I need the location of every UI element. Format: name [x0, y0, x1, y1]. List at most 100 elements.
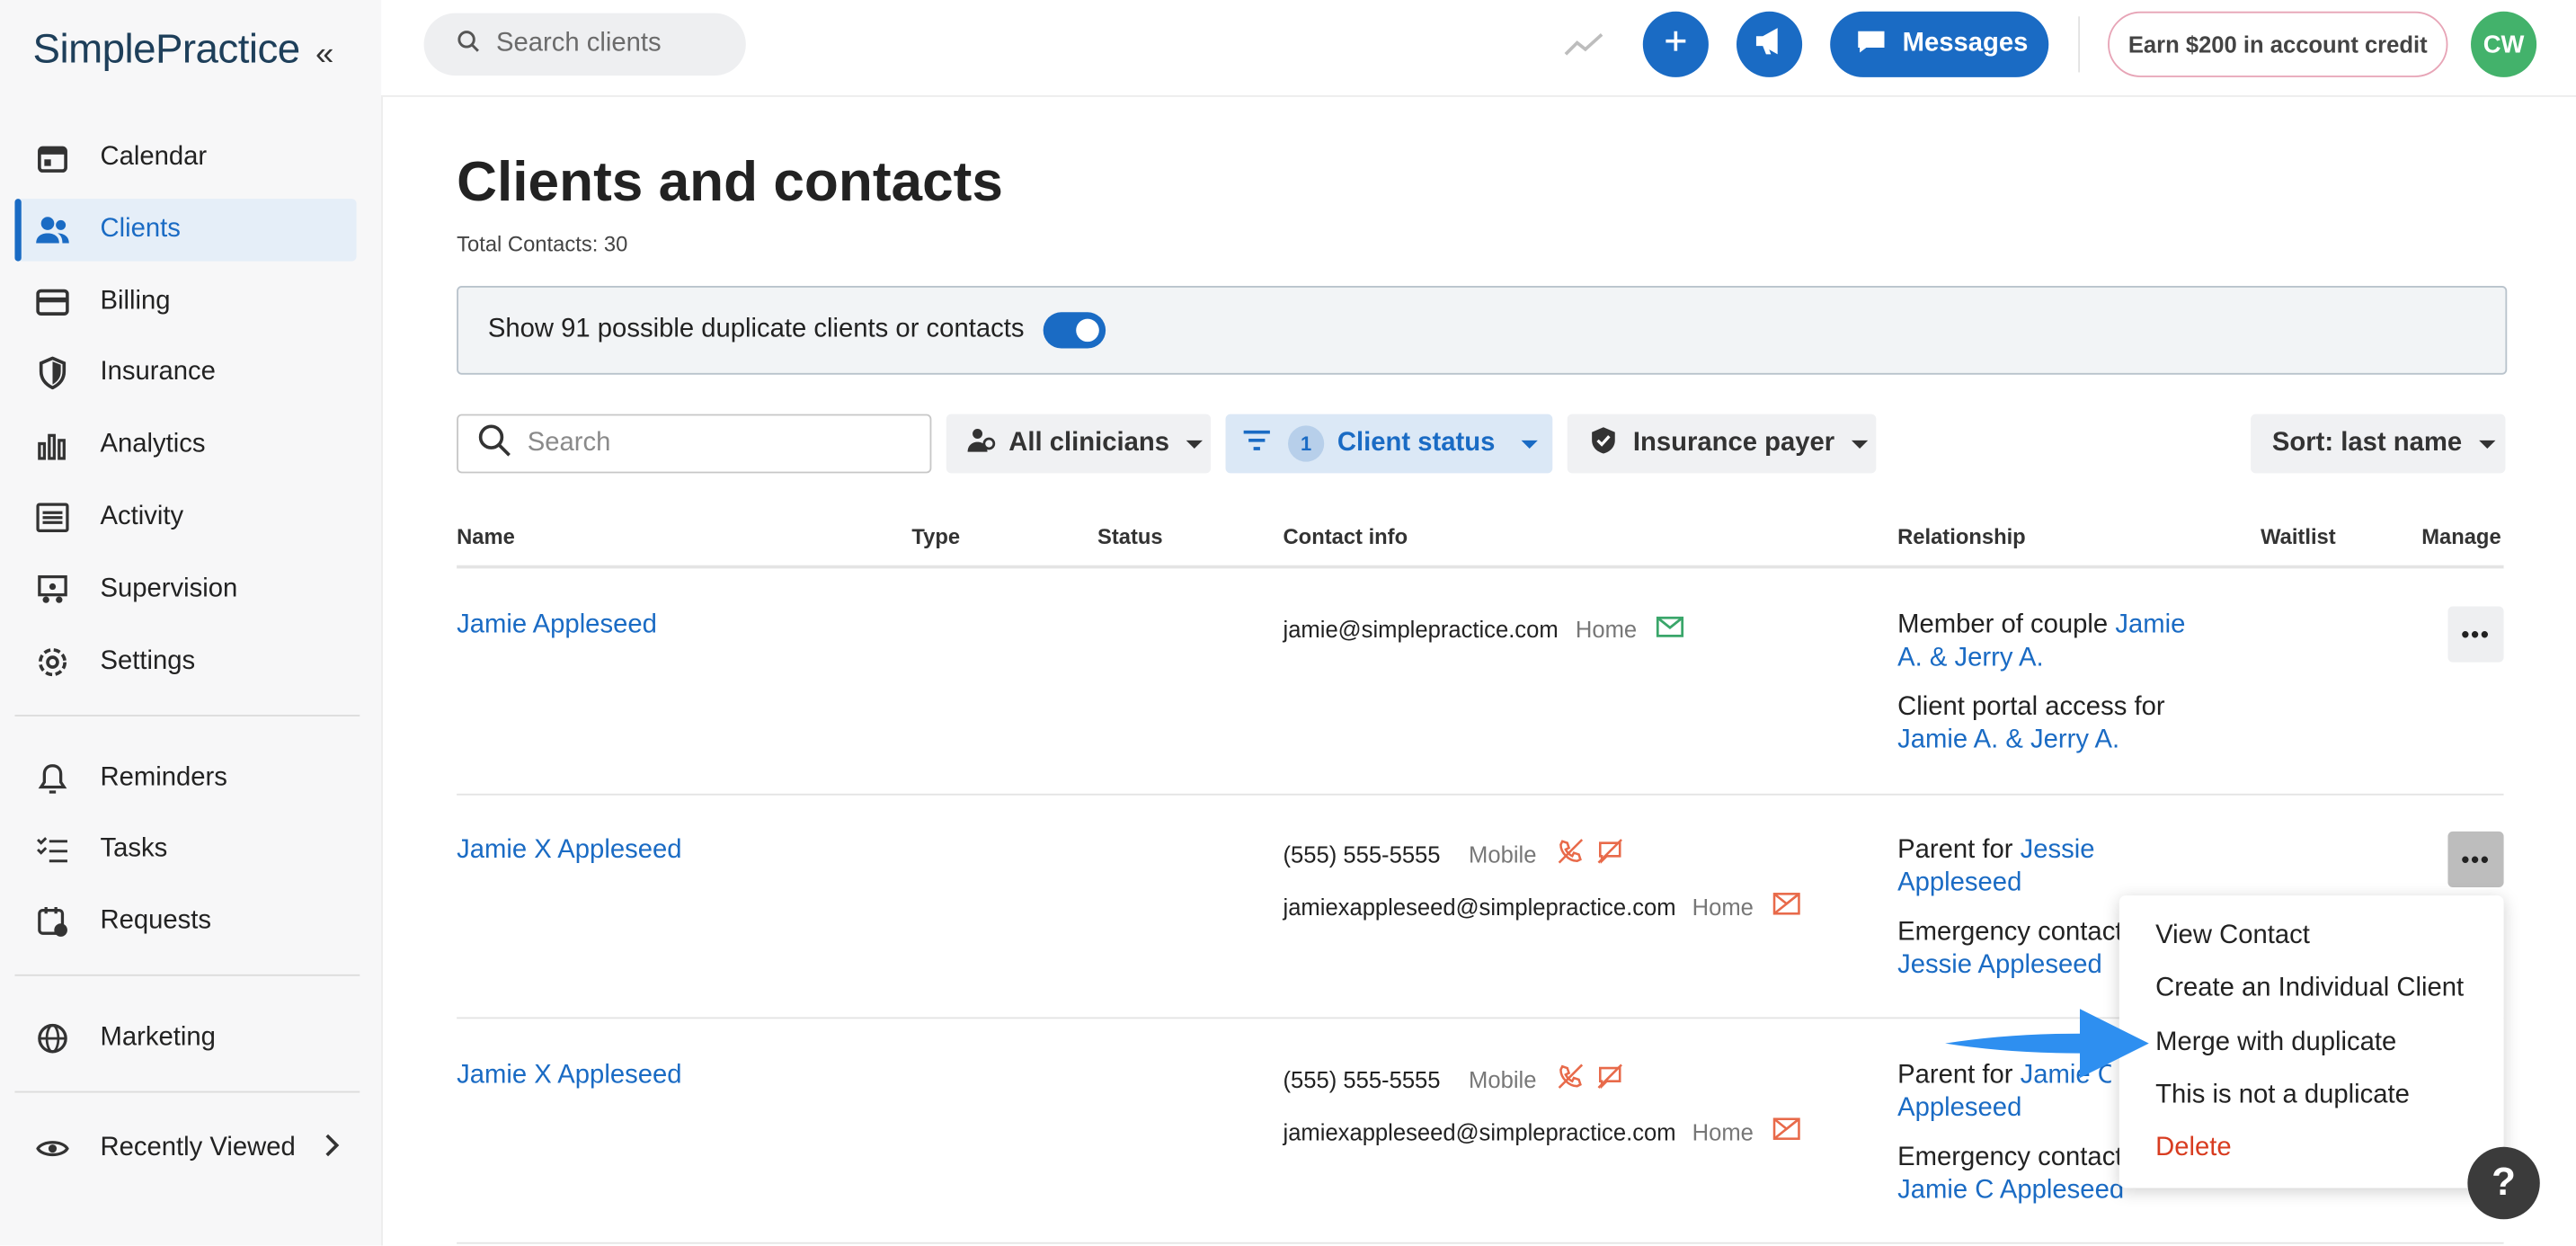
client-status-filter[interactable]: 1 Client status [1225, 414, 1553, 474]
sidebar-item-marketing[interactable]: Marketing [14, 1007, 356, 1069]
annotation-arrow-icon [1945, 1009, 2149, 1079]
menu-item-create-individual-client[interactable]: Create an Individual Client [2155, 975, 2464, 1004]
plus-icon [1663, 27, 1689, 61]
duplicate-toggle-label: Show 91 possible duplicate clients or co… [487, 315, 1025, 344]
call-disabled-icon[interactable] [1558, 1064, 1584, 1098]
manage-button[interactable]: ••• [2447, 831, 2504, 888]
sidebar-item-insurance[interactable]: Insurance [14, 342, 356, 404]
contact-type: Mobile [1469, 841, 1537, 868]
calendar-icon [34, 139, 70, 175]
chevron-down-icon [1851, 439, 1868, 449]
client-name-link[interactable]: Jamie Appleseed [457, 611, 657, 641]
collapse-sidebar-icon[interactable]: « [315, 36, 333, 74]
clinicians-icon [966, 426, 996, 460]
contact-type: Home [1692, 1118, 1754, 1145]
row-divider [457, 1242, 2504, 1244]
top-bar: Messages Earn $200 in account credit CW [381, 0, 2576, 97]
menu-item-merge-with-duplicate[interactable]: Merge with duplicate [2155, 1028, 2396, 1058]
announcements-button[interactable] [1736, 11, 1803, 77]
messages-button[interactable]: Messages [1830, 11, 2049, 77]
manage-button[interactable]: ••• [2447, 606, 2504, 663]
contacts-search-box[interactable] [457, 414, 932, 474]
sidebar-item-tasks[interactable]: Tasks [14, 818, 356, 880]
search-icon [478, 423, 511, 465]
sidebar-divider [14, 1090, 360, 1093]
sidebar-item-label: Settings [100, 647, 196, 676]
menu-item-delete[interactable]: Delete [2155, 1134, 2232, 1163]
app-root: SimplePractice « Calendar Clients Billin… [0, 0, 2576, 1246]
column-header-contact-info: Contact info [1283, 524, 1408, 549]
messages-label: Messages [1902, 29, 2029, 58]
chevron-down-icon [1521, 439, 1538, 449]
sidebar-item-calendar[interactable]: Calendar [14, 127, 356, 189]
eye-icon [34, 1131, 70, 1167]
sidebar-item-billing[interactable]: Billing [14, 271, 356, 334]
email-disabled-icon[interactable] [1772, 1117, 1800, 1149]
chat-bubble-icon [1856, 27, 1886, 61]
menu-item-view-contact[interactable]: View Contact [2155, 921, 2310, 951]
sidebar-item-label: Calendar [100, 143, 208, 172]
contact-type: Home [1575, 616, 1638, 643]
help-button[interactable]: ? [2467, 1146, 2540, 1220]
contacts-search-input[interactable] [524, 427, 893, 460]
app-logo[interactable]: SimplePractice [33, 26, 301, 74]
shield-icon [34, 355, 70, 391]
call-disabled-icon[interactable] [1558, 838, 1584, 872]
menu-item-not-a-duplicate[interactable]: This is not a duplicate [2155, 1081, 2410, 1111]
sidebar-item-analytics[interactable]: Analytics [14, 414, 356, 476]
activity-list-icon [34, 500, 70, 536]
clinicians-filter[interactable]: All clinicians [946, 414, 1212, 474]
more-icon: ••• [2461, 846, 2491, 873]
sidebar-item-clients[interactable]: Clients [14, 199, 357, 262]
avatar[interactable]: CW [2471, 11, 2537, 77]
sidebar-item-supervision[interactable]: Supervision [14, 558, 356, 620]
relationship-parent-cont: Appleseed [1897, 1092, 2111, 1126]
clients-icon [34, 212, 70, 248]
bell-icon [34, 761, 70, 797]
sidebar-item-label: Activity [100, 503, 184, 531]
text-disabled-icon[interactable] [1597, 1064, 1623, 1098]
insurance-payer-filter[interactable]: Insurance payer [1567, 414, 1877, 474]
sidebar-item-settings[interactable]: Settings [14, 631, 356, 693]
email-icon[interactable] [1656, 616, 1684, 645]
chevron-down-icon [1186, 439, 1203, 449]
sidebar-item-label: Clients [100, 215, 181, 244]
column-header-manage: Manage [2421, 524, 2501, 549]
relationship-text: Client portal access for [1897, 693, 2165, 722]
page-title: Clients and contacts [457, 151, 1003, 214]
client-search-box[interactable] [423, 13, 746, 76]
trend-icon[interactable] [1564, 30, 1603, 67]
sidebar-item-activity[interactable]: Activity [14, 486, 356, 548]
sort-dropdown[interactable]: Sort: last name [2251, 414, 2506, 474]
text-disabled-icon[interactable] [1597, 838, 1623, 872]
sidebar-item-label: Marketing [100, 1023, 216, 1052]
column-header-relationship: Relationship [1897, 524, 2026, 549]
sidebar-item-requests[interactable]: Requests [14, 891, 356, 953]
supervision-icon [34, 572, 70, 608]
relationship-link[interactable]: Jessie Appleseed [1897, 951, 2102, 979]
relationship-link-cont[interactable]: Appleseed [1897, 1094, 2021, 1122]
clinicians-filter-label: All clinicians [1008, 429, 1170, 458]
add-button[interactable] [1642, 11, 1709, 77]
email-disabled-icon[interactable] [1772, 893, 1800, 924]
chevron-right-icon [324, 1133, 340, 1164]
relationship-link[interactable]: Jamie C Appleseed [1897, 1177, 2124, 1205]
duplicate-toggle[interactable] [1044, 312, 1106, 349]
column-header-name[interactable]: Name [457, 524, 515, 548]
client-name-link[interactable]: Jamie X Appleseed [457, 1062, 681, 1091]
topbar-divider [2078, 16, 2081, 73]
relationship-text: Parent for [1897, 836, 2021, 865]
contact-phone: (555) 555-5555 [1283, 1066, 1441, 1093]
relationship-couple: Member of couple Jamie A. & Jerry A. [1897, 610, 2209, 675]
client-name-link[interactable]: Jamie X Appleseed [457, 836, 681, 866]
client-search-input[interactable] [493, 28, 746, 61]
sidebar-item-reminders[interactable]: Reminders [14, 748, 356, 810]
relationship-link[interactable]: Jamie A. & Jerry A. [1897, 726, 2119, 754]
sidebar-item-recently-viewed[interactable]: Recently Viewed [14, 1117, 356, 1179]
sidebar-divider [14, 974, 360, 976]
column-header-type: Type [911, 524, 961, 549]
globe-icon [34, 1020, 70, 1056]
chevron-down-icon [2478, 439, 2495, 449]
earn-credit-button[interactable]: Earn $200 in account credit [2108, 11, 2448, 77]
contact-email: jamiexappleseed@simplepractice.com [1283, 894, 1676, 921]
